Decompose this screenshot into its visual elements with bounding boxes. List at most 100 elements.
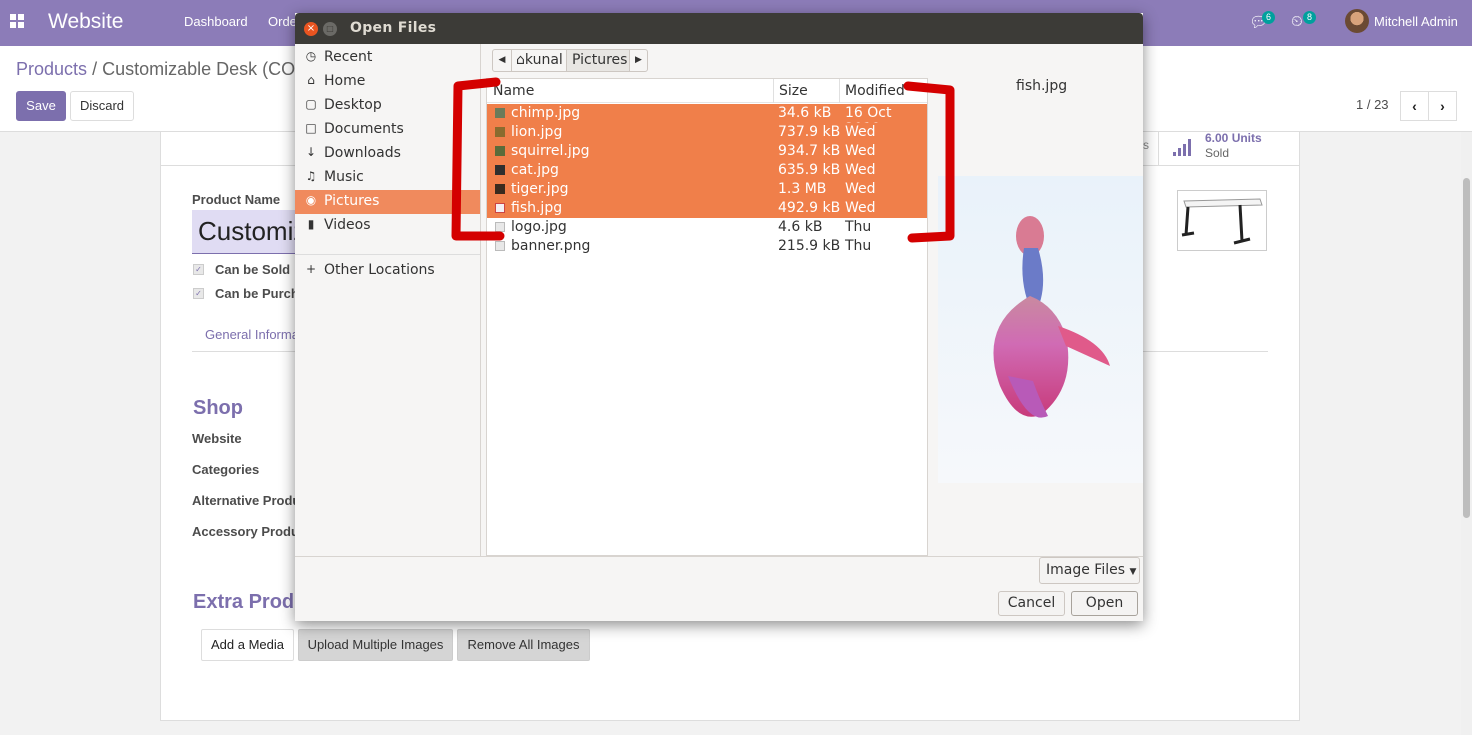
stat-label: Sold bbox=[1205, 146, 1230, 160]
product-name-label: Product Name bbox=[192, 192, 281, 207]
dialog-divider bbox=[295, 556, 1143, 557]
open-files-dialog: × □ Open Files ◷ Recent ⌂ Home ▢ Desktop □ D… bbox=[295, 13, 1143, 621]
place-music[interactable]: ♫ Music bbox=[295, 166, 480, 190]
places-divider bbox=[295, 254, 480, 255]
list-item[interactable]: chimp.jpg34.6 kB16 Oct 2019 bbox=[487, 104, 927, 137]
camera-icon: ◉ bbox=[305, 193, 317, 207]
image-file-icon bbox=[495, 108, 505, 118]
place-other-locations[interactable]: + Other Locations bbox=[295, 259, 480, 283]
dialog-titlebar[interactable]: × □ Open Files bbox=[295, 13, 1143, 44]
image-file-icon bbox=[495, 146, 505, 156]
file-type-filter[interactable]: Image Files ▼ bbox=[1039, 557, 1140, 584]
menu-dashboard[interactable]: Dashboard bbox=[184, 14, 248, 29]
preview-filename: fish.jpg bbox=[1016, 78, 1068, 94]
avatar[interactable] bbox=[1345, 9, 1369, 33]
can-be-sold-label: Can be Sold bbox=[215, 262, 291, 277]
image-file-icon bbox=[495, 127, 505, 137]
breadcrumb-separator: / bbox=[92, 59, 98, 79]
stat-value: 6.00 Units bbox=[1205, 131, 1262, 145]
accessory-products-label: Accessory Produ bbox=[192, 524, 299, 539]
column-size[interactable]: Size bbox=[779, 83, 808, 99]
discard-button[interactable]: Discard bbox=[70, 91, 134, 121]
close-icon[interactable]: × bbox=[304, 22, 318, 36]
sold-stat-button[interactable]: 6.00 Units Sold bbox=[1158, 131, 1299, 165]
apps-menu-icon[interactable] bbox=[10, 14, 24, 28]
alternative-products-label: Alternative Produ bbox=[192, 493, 301, 508]
list-item[interactable]: cat.jpg 635.9 kB Wed bbox=[487, 161, 927, 180]
activity-badge: 8 bbox=[1303, 11, 1317, 24]
document-icon: □ bbox=[305, 121, 317, 135]
save-button[interactable]: Save bbox=[16, 91, 66, 121]
list-item[interactable]: tiger.jpg 1.3 MB Wed bbox=[487, 180, 927, 199]
stat-button-fragment[interactable]: s bbox=[1143, 138, 1149, 152]
breadcrumb-products[interactable]: Products bbox=[16, 59, 87, 79]
list-item[interactable]: squirrel.jpg 934.7 kB Wed bbox=[487, 142, 927, 161]
image-preview bbox=[938, 176, 1143, 483]
menu-orders[interactable]: Orde bbox=[268, 14, 297, 29]
file-list-header: Name Size Modified bbox=[487, 79, 927, 103]
remove-all-images-button[interactable]: Remove All Images bbox=[457, 629, 590, 661]
column-name[interactable]: Name bbox=[493, 83, 534, 99]
website-field-label: Website bbox=[192, 431, 242, 446]
path-bar: ◀ ⌂kunal Pictures ▶ bbox=[492, 49, 648, 72]
image-file-icon bbox=[495, 184, 505, 194]
can-be-purchased-label: Can be Purch bbox=[215, 286, 299, 301]
pager-value: 1 / 23 bbox=[1356, 97, 1389, 112]
tab-general-information[interactable]: General Informa bbox=[205, 327, 299, 342]
signal-bars-icon bbox=[1173, 138, 1193, 156]
place-recent[interactable]: ◷ Recent bbox=[295, 46, 480, 70]
path-scroll-left-icon[interactable]: ◀ bbox=[493, 50, 512, 71]
product-image[interactable] bbox=[1177, 190, 1267, 251]
pager-previous-button[interactable]: ‹ bbox=[1400, 91, 1429, 121]
download-icon: ↓ bbox=[305, 145, 317, 159]
breadcrumb-current: Customizable Desk (CO bbox=[102, 59, 296, 79]
desktop-icon: ▢ bbox=[305, 97, 317, 111]
can-be-purchased-checkbox[interactable]: ✓ bbox=[193, 288, 204, 299]
can-be-sold-checkbox[interactable]: ✓ bbox=[193, 264, 204, 275]
open-button[interactable]: Open bbox=[1071, 591, 1138, 616]
chat-badge: 6 bbox=[1262, 11, 1276, 24]
pager-next-button[interactable]: › bbox=[1428, 91, 1457, 121]
image-file-icon bbox=[495, 203, 505, 213]
path-segment-home[interactable]: ⌂kunal bbox=[512, 50, 567, 71]
video-icon: ▮ bbox=[307, 217, 315, 231]
activity-icon[interactable]: ⏲︎ bbox=[1291, 13, 1303, 30]
image-file-icon bbox=[495, 222, 505, 232]
list-item[interactable]: logo.jpg 4.6 kB Thu bbox=[487, 218, 927, 237]
cancel-button[interactable]: Cancel bbox=[998, 591, 1065, 616]
user-menu[interactable]: Mitchell Admin bbox=[1374, 14, 1458, 29]
product-name-input[interactable]: Customiz bbox=[192, 210, 312, 254]
home-icon: ⌂ bbox=[516, 52, 525, 68]
music-icon: ♫ bbox=[305, 169, 317, 183]
list-item[interactable]: fish.jpg 492.9 kB Wed bbox=[487, 199, 927, 218]
path-segment-pictures[interactable]: Pictures bbox=[567, 50, 630, 71]
list-item[interactable]: lion.jpg 737.9 kB Wed bbox=[487, 123, 927, 142]
list-item[interactable]: banner.png 215.9 kB Thu bbox=[487, 237, 927, 256]
plus-icon: + bbox=[305, 262, 317, 276]
place-home[interactable]: ⌂ Home bbox=[295, 70, 480, 94]
path-scroll-right-icon[interactable]: ▶ bbox=[630, 50, 647, 71]
add-media-button[interactable]: Add a Media bbox=[201, 629, 294, 661]
clock-icon: ◷ bbox=[305, 49, 317, 63]
places-sidebar: ◷ Recent ⌂ Home ▢ Desktop □ Documents ↓ Downl… bbox=[295, 44, 481, 556]
breadcrumb: Products / Customizable Desk (CO bbox=[16, 59, 295, 80]
place-videos[interactable]: ▮ Videos bbox=[295, 214, 480, 238]
place-documents[interactable]: □ Documents bbox=[295, 118, 480, 142]
dropdown-arrow-icon: ▼ bbox=[1129, 567, 1137, 577]
home-icon: ⌂ bbox=[307, 73, 315, 87]
place-downloads[interactable]: ↓ Downloads bbox=[295, 142, 480, 166]
categories-field-label: Categories bbox=[192, 462, 260, 477]
place-desktop[interactable]: ▢ Desktop bbox=[295, 94, 480, 118]
upload-multiple-images-button[interactable]: Upload Multiple Images bbox=[298, 629, 453, 661]
image-file-icon bbox=[495, 165, 505, 175]
shop-section-title: Shop bbox=[193, 397, 243, 419]
file-list: Name Size Modified chimp.jpg 34.6 kB 16 Oc… bbox=[486, 78, 928, 556]
app-brand[interactable]: Website bbox=[48, 10, 123, 34]
extra-products-title: Extra Produ bbox=[193, 591, 307, 613]
column-modified[interactable]: Modified bbox=[845, 83, 905, 99]
dialog-title: Open Files bbox=[350, 20, 437, 36]
page-scrollbar[interactable] bbox=[1461, 132, 1472, 735]
scrollbar-thumb[interactable] bbox=[1463, 178, 1470, 518]
maximize-icon[interactable]: □ bbox=[323, 22, 337, 36]
place-pictures[interactable]: ◉ Pictures bbox=[295, 190, 480, 214]
